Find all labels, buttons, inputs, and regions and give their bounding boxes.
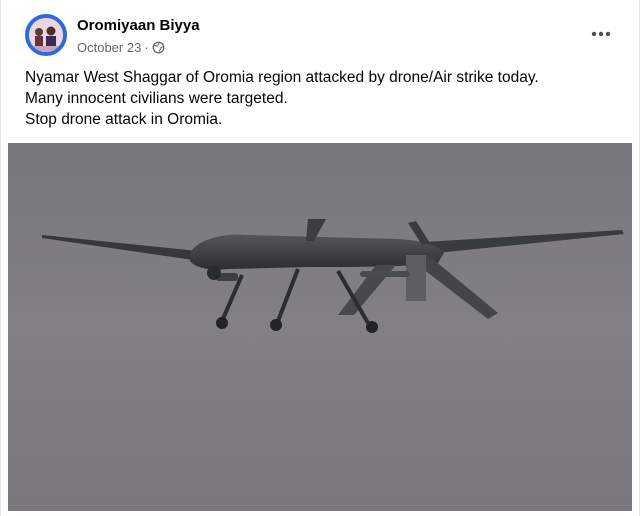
globe-icon[interactable]	[152, 41, 165, 54]
meta-separator: ·	[144, 40, 149, 55]
post-header: Oromiyaan Biyya October 23 ·	[25, 14, 623, 60]
post-text-line: Many innocent civilians were targeted.	[25, 90, 288, 107]
post-text: Nyamar West Shaggar of Oromia region att…	[25, 67, 623, 130]
facebook-post: Oromiyaan Biyya October 23 · Nyamar West…	[0, 0, 640, 516]
post-photo[interactable]	[8, 143, 632, 511]
post-text-line: Nyamar West Shaggar of Oromia region att…	[25, 69, 539, 86]
avatar-image	[29, 18, 63, 52]
post-text-line: Stop drone attack in Oromia.	[25, 111, 223, 128]
more-options-icon[interactable]	[589, 24, 613, 44]
post-date[interactable]: October 23	[77, 40, 141, 55]
post-meta: October 23 ·	[77, 40, 165, 55]
avatar[interactable]	[25, 14, 67, 56]
drone-photo	[8, 143, 632, 511]
author-name[interactable]: Oromiyaan Biyya	[77, 17, 200, 34]
